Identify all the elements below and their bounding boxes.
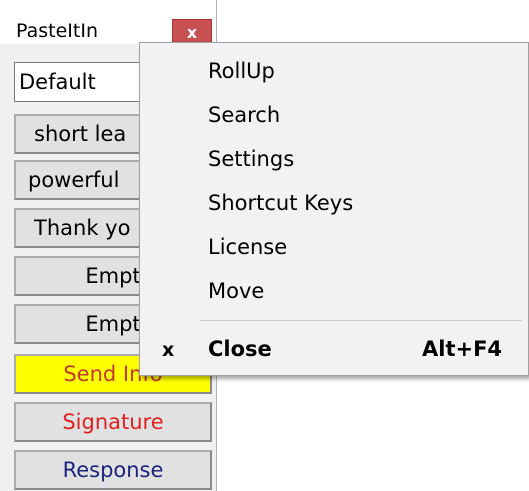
signature-button[interactable]: Signature — [14, 402, 212, 442]
menu-item-move[interactable]: Move — [208, 277, 264, 305]
title-bar[interactable]: PasteItIn x — [0, 0, 216, 49]
menu-item-rollup[interactable]: RollUp — [208, 57, 275, 85]
menu-item-settings[interactable]: Settings — [208, 145, 294, 173]
menu-separator — [200, 320, 522, 321]
close-icon: x — [162, 339, 175, 361]
menu-item-shortcut-keys[interactable]: Shortcut Keys — [208, 189, 353, 217]
context-menu: RollUp Search Settings Shortcut Keys Lic… — [139, 42, 529, 376]
menu-item-license[interactable]: License — [208, 233, 287, 261]
response-button[interactable]: Response — [14, 450, 212, 490]
window-title: PasteItIn — [16, 20, 98, 42]
menu-item-close[interactable]: Close — [208, 335, 272, 363]
menu-item-search[interactable]: Search — [208, 101, 280, 129]
close-icon: x — [186, 23, 198, 42]
close-shortcut: Alt+F4 — [422, 337, 503, 361]
